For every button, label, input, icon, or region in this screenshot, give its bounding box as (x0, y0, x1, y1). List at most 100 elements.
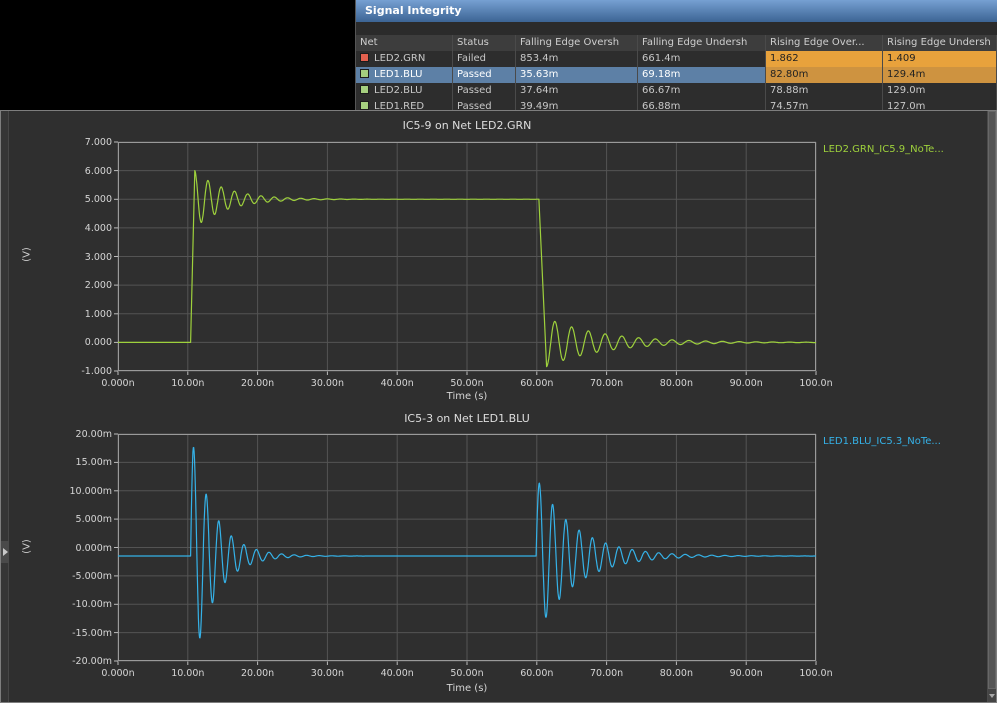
y-tick-label: 6.000 (85, 166, 112, 177)
vertical-scrollbar[interactable] (987, 111, 996, 702)
column-header-rising-overshoot[interactable]: Rising Edge Over... (766, 35, 883, 51)
y-tick-label: -5.000m (72, 571, 112, 582)
x-tick-label: 10.00n (171, 378, 204, 389)
rising-overshoot-value: 74.57m (766, 99, 883, 110)
panel-title: Signal Integrity (365, 4, 462, 17)
y-tick-label: 1.000 (85, 309, 112, 320)
rising-overshoot-value: 82.80m (766, 67, 883, 83)
table-row[interactable]: LED1.RED Passed 39.49m 66.88m 74.57m 127… (356, 99, 997, 110)
x-tick-label: 70.00n (590, 378, 623, 389)
x-tick-label: 20.00n (241, 378, 274, 389)
x-tick-label: 30.00n (311, 378, 344, 389)
waveform-plot[interactable] (118, 142, 816, 371)
falling-undershoot-value: 66.67m (638, 83, 766, 99)
chart-title: IC5-9 on Net LED2.GRN (118, 119, 816, 132)
table-header-row: Net Status Falling Edge Oversh Falling E… (356, 35, 997, 51)
x-tick-label: 0.000n (101, 668, 134, 679)
falling-undershoot-value: 66.88m (638, 99, 766, 110)
y-tick-label: -1.000 (81, 366, 112, 377)
column-header-falling-overshoot[interactable]: Falling Edge Oversh (516, 35, 638, 51)
x-tick-label: 100.0n (799, 668, 832, 679)
rising-overshoot-value: 78.88m (766, 83, 883, 99)
x-tick-label: 70.00n (590, 668, 623, 679)
chart-title: IC5-3 on Net LED1.BLU (118, 412, 816, 425)
x-axis-label: Time (s) (118, 683, 816, 694)
waveform-viewer: IC5-9 on Net LED2.GRN LED2.GRN_IC5.9_NoT… (0, 110, 997, 703)
y-tick-label: 10.000m (70, 486, 113, 497)
x-tick-label: 60.00n (520, 378, 553, 389)
panel-titlebar[interactable]: Signal Integrity (356, 0, 997, 22)
x-tick-label: 90.00n (730, 668, 763, 679)
x-tick-label: 10.00n (171, 668, 204, 679)
x-tick-label: 30.00n (311, 668, 344, 679)
y-axis-label: (V) (22, 245, 33, 265)
y-tick-label: 4.000 (85, 223, 112, 234)
net-name: LED1.RED (374, 101, 424, 110)
x-tick-label: 100.0n (799, 378, 832, 389)
falling-overshoot-value: 35.63m (516, 67, 638, 83)
y-tick-label: -20.00m (72, 656, 112, 667)
y-tick-label: 7.000 (85, 137, 112, 148)
y-axis-label: (V) (22, 537, 33, 557)
net-status-swatch-icon (360, 101, 369, 110)
column-header-rising-undershoot[interactable]: Rising Edge Undersh (883, 35, 997, 51)
x-tick-label: 20.00n (241, 668, 274, 679)
x-tick-labels: 0.000n10.00n20.00n30.00n40.00n50.00n60.0… (118, 378, 816, 390)
legend-entry[interactable]: LED2.GRN_IC5.9_NoTe... (823, 144, 944, 155)
scroll-down-button[interactable] (988, 689, 996, 702)
x-tick-label: 60.00n (520, 668, 553, 679)
falling-undershoot-value: 69.18m (638, 67, 766, 83)
waveform-plot[interactable] (118, 434, 816, 661)
net-status-swatch-icon (360, 85, 369, 94)
results-table: Net Status Falling Edge Oversh Falling E… (356, 35, 997, 110)
column-header-net[interactable]: Net (356, 35, 453, 51)
rising-overshoot-value: 1.862 (766, 51, 883, 67)
y-tick-label: 3.000 (85, 252, 112, 263)
rising-undershoot-value: 127.0m (883, 99, 997, 110)
net-status-swatch-icon (360, 53, 369, 62)
y-tick-label: -10.00m (72, 599, 112, 610)
x-tick-label: 0.000n (101, 378, 134, 389)
rising-undershoot-value: 129.4m (883, 67, 997, 83)
table-row[interactable]: LED2.BLU Passed 37.64m 66.67m 78.88m 129… (356, 83, 997, 99)
status-value: Passed (453, 83, 516, 99)
x-tick-label: 40.00n (381, 378, 414, 389)
net-name: LED2.GRN (374, 53, 425, 64)
panel-splitter[interactable] (1, 111, 9, 702)
legend-entry[interactable]: LED1.BLU_IC5.3_NoTe... (823, 436, 941, 447)
y-tick-label: 2.000 (85, 280, 112, 291)
signal-integrity-panel: Signal Integrity Net Status Falling Edge… (355, 0, 997, 110)
falling-overshoot-value: 853.4m (516, 51, 638, 67)
net-name: LED2.BLU (374, 85, 422, 96)
column-header-falling-undershoot[interactable]: Falling Edge Undersh (638, 35, 766, 51)
splitter-tab[interactable] (1, 541, 9, 563)
x-tick-label: 90.00n (730, 378, 763, 389)
x-axis-label: Time (s) (118, 391, 816, 402)
rising-undershoot-value: 1.409 (883, 51, 997, 67)
y-tick-label: 0.000 (85, 337, 112, 348)
column-header-status[interactable]: Status (453, 35, 516, 51)
status-value: Failed (453, 51, 516, 67)
falling-undershoot-value: 661.4m (638, 51, 766, 67)
table-row[interactable]: LED2.GRN Failed 853.4m 661.4m 1.862 1.40… (356, 51, 997, 67)
x-tick-label: 80.00n (660, 668, 693, 679)
scrollbar-thumb[interactable] (988, 111, 996, 689)
y-tick-label: 0.000m (76, 543, 112, 554)
scroll-down-arrow-icon (989, 694, 995, 698)
x-tick-label: 50.00n (450, 668, 483, 679)
y-tick-label: 20.00m (76, 429, 112, 440)
net-name: LED1.BLU (374, 69, 422, 80)
rising-undershoot-value: 129.0m (883, 83, 997, 99)
y-tick-labels: 7.0006.0005.0004.0003.0002.0001.0000.000… (54, 142, 112, 371)
table-row-selected[interactable]: LED1.BLU Passed 35.63m 69.18m 82.80m 129… (356, 67, 997, 83)
y-tick-label: -15.00m (72, 628, 112, 639)
y-tick-label: 5.000 (85, 194, 112, 205)
x-tick-label: 80.00n (660, 378, 693, 389)
net-status-swatch-icon (360, 69, 369, 78)
plot-region[interactable]: 7.0006.0005.0004.0003.0002.0001.0000.000… (118, 142, 816, 371)
falling-overshoot-value: 37.64m (516, 83, 638, 99)
plot-region[interactable]: 20.00m15.00m10.000m5.000m0.000m-5.000m-1… (118, 434, 816, 661)
x-tick-label: 50.00n (450, 378, 483, 389)
status-value: Passed (453, 67, 516, 83)
y-tick-label: 15.00m (76, 457, 112, 468)
